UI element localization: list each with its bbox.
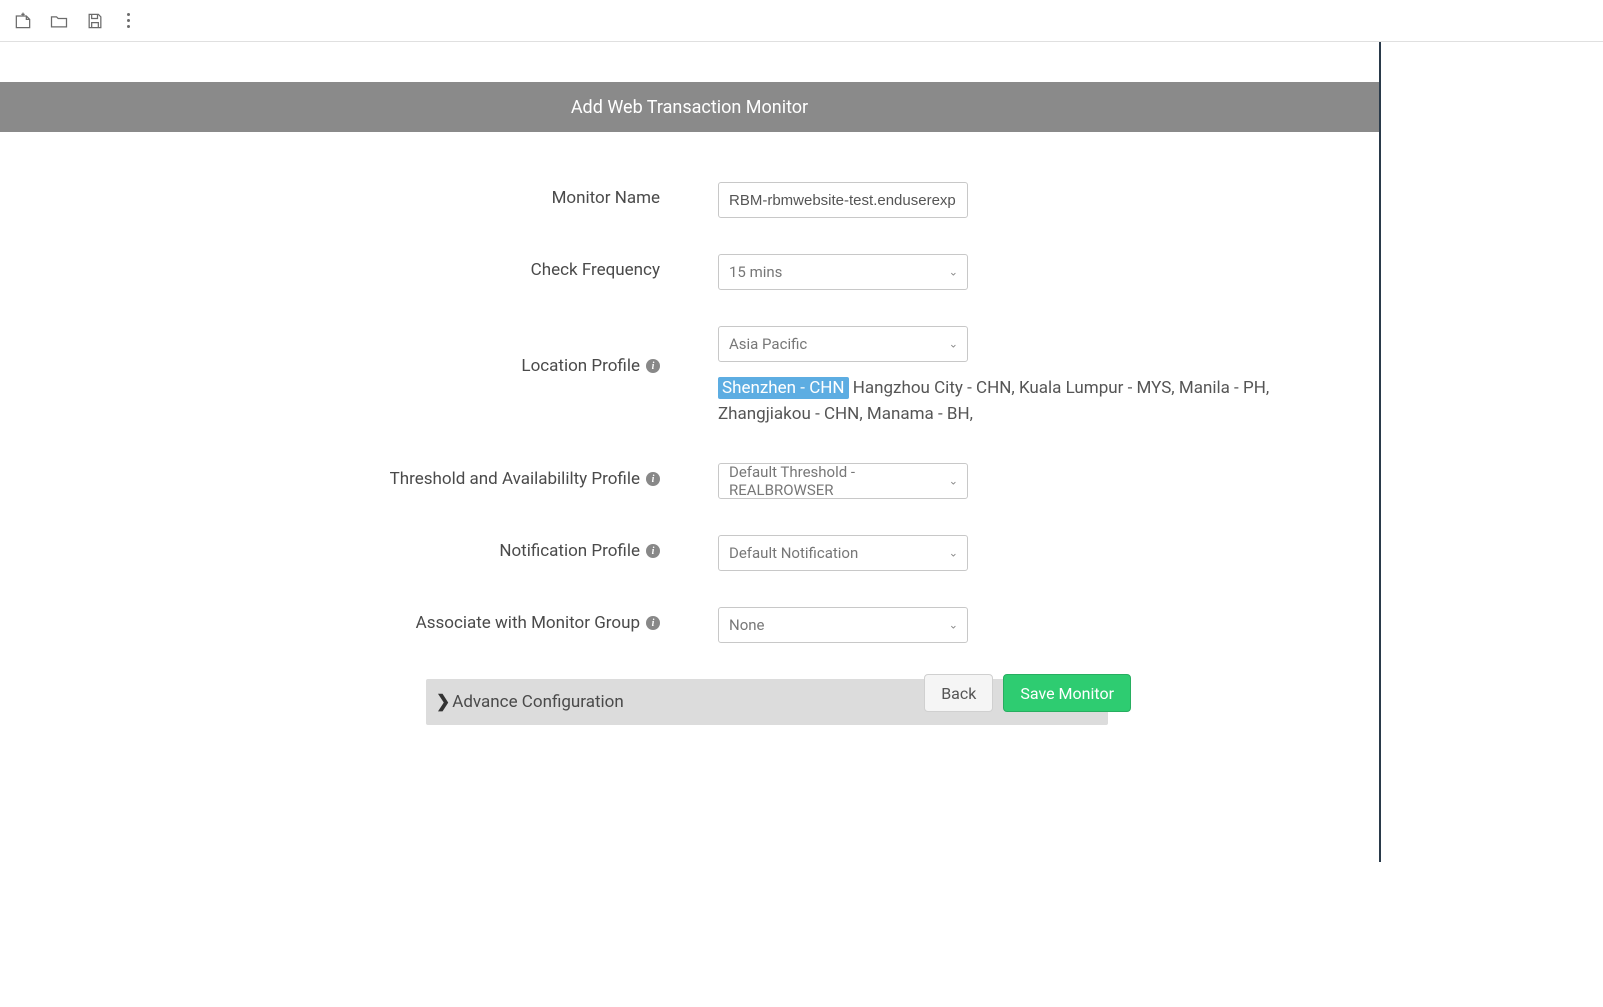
threshold-profile-select[interactable]: Default Threshold - REALBROWSER [718,463,968,499]
check-frequency-select[interactable]: 15 mins [718,254,968,290]
spacer [0,42,1381,82]
notification-profile-select[interactable]: Default Notification [718,535,968,571]
location-profile-select[interactable]: Asia Pacific [718,326,968,362]
info-icon[interactable]: i [646,472,660,486]
save-icon[interactable] [84,10,106,32]
new-file-icon[interactable] [12,10,34,32]
back-button[interactable]: Back [924,674,993,712]
info-icon[interactable]: i [646,544,660,558]
row-notification-profile: Notification Profile i Default Notificat… [0,535,1379,571]
label-monitor-name: Monitor Name [0,182,660,208]
info-icon[interactable]: i [646,359,660,373]
footer-actions: Back Save Monitor [924,674,1131,712]
row-monitor-group: Associate with Monitor Group i None ⌄ [0,607,1379,643]
row-threshold-profile: Threshold and Availabililty Profile i De… [0,463,1379,499]
row-monitor-name: Monitor Name [0,182,1379,218]
kebab-menu-icon[interactable] [120,11,136,31]
label-monitor-group: Associate with Monitor Group i [0,607,660,633]
label-notification-profile: Notification Profile i [0,535,660,561]
row-location-profile: Location Profile i Asia Pacific ⌄ Shenzh… [0,326,1379,427]
monitor-name-input[interactable] [718,182,968,218]
label-threshold-profile: Threshold and Availabililty Profile i [0,463,660,489]
row-check-frequency: Check Frequency 15 mins ⌄ [0,254,1379,290]
open-folder-icon[interactable] [48,10,70,32]
page-header: Add Web Transaction Monitor [0,82,1381,132]
location-list: Shenzhen - CHN Hangzhou City - CHN, Kual… [718,376,1358,427]
form-area: Monitor Name Check Frequency 15 mins ⌄ [0,132,1381,862]
label-location-profile: Location Profile i [0,326,660,376]
label-check-frequency: Check Frequency [0,254,660,280]
save-monitor-button[interactable]: Save Monitor [1003,674,1131,712]
advance-configuration-label: Advance Configuration [452,692,624,712]
top-toolbar [0,0,1603,42]
monitor-group-select[interactable]: None [718,607,968,643]
chevron-right-icon: ❯ [436,692,450,712]
location-selected: Shenzhen - CHN [718,377,849,399]
page-title: Add Web Transaction Monitor [571,97,808,118]
info-icon[interactable]: i [646,616,660,630]
main-container: Add Web Transaction Monitor Monitor Name… [0,42,1381,862]
